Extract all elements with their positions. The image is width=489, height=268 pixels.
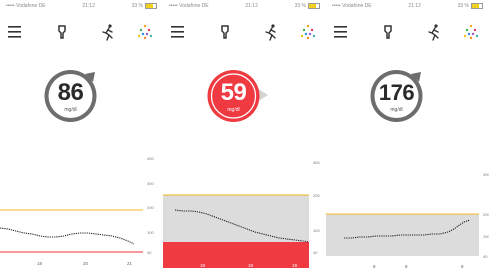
glucose-value: 176 — [378, 80, 415, 105]
carrier-label: ••••• Vodafone DE — [6, 3, 46, 9]
y-tick-label: 100 — [313, 228, 320, 233]
carrier-label: ••••• Vodafone DE — [169, 3, 209, 9]
y-tick-label: 100 — [147, 230, 154, 235]
x-tick-label: 18 — [248, 263, 254, 268]
glucose-value: 59 — [220, 79, 247, 106]
color-dots-icon[interactable] — [135, 22, 155, 42]
glucose-chart[interactable]: 300 200 100 40 18 18 19 — [163, 150, 326, 268]
nav-bar — [326, 22, 489, 42]
activity-runner-icon[interactable] — [424, 22, 444, 42]
battery-icon — [308, 3, 320, 9]
x-tick-label: 21 — [127, 261, 133, 266]
battery-percent: 33 % — [294, 3, 306, 9]
color-dots-icon[interactable] — [298, 22, 318, 42]
sensor-icon[interactable] — [52, 22, 72, 42]
status-time: 21:12 — [245, 3, 258, 9]
glucose-curve — [0, 227, 135, 245]
glucose-chart[interactable]: 300 200 100 40 8 8 8 — [326, 150, 489, 268]
x-tick-label: 8 — [461, 264, 464, 268]
x-tick-label: 8 — [373, 264, 376, 268]
glucose-unit: mg/dl — [64, 107, 77, 113]
nav-bar — [163, 22, 326, 42]
phone-screen: ••••• Vodafone DE 21:12 33 % 59 mg/dl 300 200… — [163, 0, 326, 268]
y-tick-label: 40 — [313, 250, 318, 255]
y-tick-label: 200 — [483, 212, 489, 217]
x-tick-label: 20 — [83, 261, 89, 266]
menu-icon[interactable] — [169, 22, 189, 42]
x-tick-label: 18 — [37, 261, 43, 266]
status-bar: ••••• Vodafone DE 21:12 33 % — [332, 2, 483, 10]
status-time: 21:12 — [82, 3, 95, 9]
glucose-unit: mg/dl — [390, 107, 403, 113]
x-tick-label: 19 — [292, 263, 298, 268]
color-dots-icon[interactable] — [461, 22, 481, 42]
y-tick-label: 400 — [147, 156, 154, 161]
glucose-value: 86 — [57, 79, 84, 106]
activity-runner-icon[interactable] — [98, 22, 118, 42]
x-tick-label: 18 — [200, 263, 206, 268]
battery-icon — [471, 3, 483, 9]
status-right: 33 % — [458, 2, 483, 10]
battery-percent: 33 % — [131, 3, 143, 9]
y-tick-label: 300 — [313, 160, 320, 165]
status-time: 21:12 — [408, 3, 421, 9]
y-tick-label: 200 — [147, 205, 154, 210]
menu-icon[interactable] — [6, 22, 26, 42]
y-tick-label: 100 — [483, 234, 489, 239]
y-tick-label: 40 — [147, 250, 152, 255]
phone-screen: ••••• Vodafone DE 21:12 33 % 176 mg/dl 300 20… — [326, 0, 489, 268]
y-tick-label: 300 — [483, 172, 489, 177]
y-tick-label: 300 — [147, 181, 154, 186]
activity-runner-icon[interactable] — [261, 22, 281, 42]
carrier-label: ••••• Vodafone DE — [332, 3, 372, 9]
sensor-icon[interactable] — [215, 22, 235, 42]
sensor-icon[interactable] — [378, 22, 398, 42]
target-range-band — [163, 195, 309, 242]
battery-percent: 33 % — [457, 3, 469, 9]
glucose-reading-badge[interactable]: 176 mg/dl — [369, 67, 431, 129]
battery-icon — [145, 3, 157, 9]
status-right: 33 % — [295, 2, 320, 10]
menu-icon[interactable] — [332, 22, 352, 42]
y-tick-label: 40 — [483, 254, 488, 259]
low-zone-band — [163, 242, 309, 268]
nav-bar — [0, 22, 163, 42]
phone-screen: ••••• Vodafone DE 21:12 33 % 86 mg/dl 400 300… — [0, 0, 163, 268]
glucose-chart[interactable]: 400 300 200 100 40 18 20 21 — [0, 150, 163, 268]
glucose-reading-badge[interactable]: 59 mg/dl — [206, 67, 268, 129]
target-range-band — [326, 214, 479, 256]
glucose-unit: mg/dl — [227, 107, 240, 113]
x-tick-label: 8 — [405, 264, 408, 268]
glucose-reading-badge[interactable]: 86 mg/dl — [43, 67, 105, 129]
status-bar: ••••• Vodafone DE 21:12 33 % — [169, 2, 320, 10]
status-right: 33 % — [132, 2, 157, 10]
status-bar: ••••• Vodafone DE 21:12 33 % — [6, 2, 157, 10]
y-tick-label: 200 — [313, 193, 320, 198]
